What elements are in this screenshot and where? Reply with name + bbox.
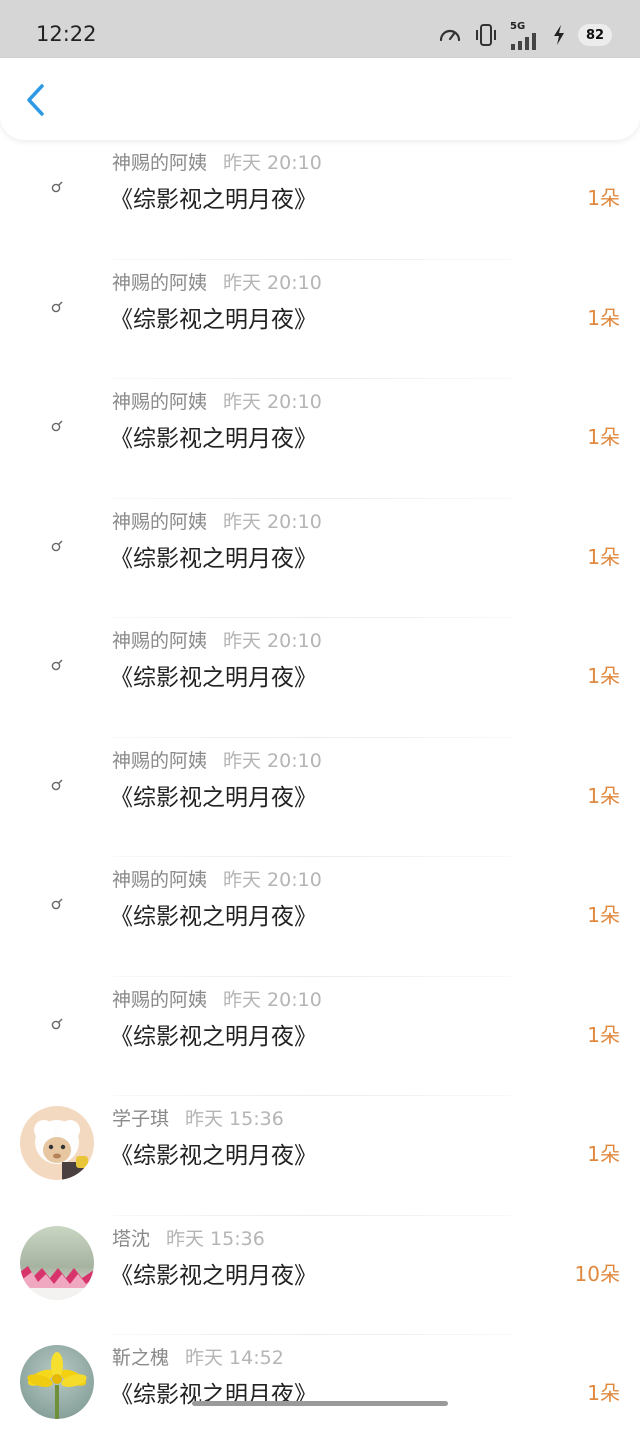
home-indicator[interactable] xyxy=(192,1401,448,1406)
gift-record-row[interactable]: 神赐的阿姨 昨天 20:10 《综影视之明月夜》 1朵 xyxy=(0,499,640,618)
user-name[interactable]: 神赐的阿姨 xyxy=(112,989,207,1011)
broken-image-icon[interactable] xyxy=(20,748,94,822)
row-meta: 神赐的阿姨 昨天 20:10 xyxy=(112,148,322,175)
row-meta: 神赐的阿姨 昨天 20:10 xyxy=(112,387,322,414)
timestamp: 昨天 20:10 xyxy=(223,749,322,772)
user-name[interactable]: 神赐的阿姨 xyxy=(112,630,207,652)
avatar[interactable] xyxy=(20,1106,94,1180)
gift-record-row[interactable]: 神赐的阿姨 昨天 20:10 《综影视之明月夜》 1朵 xyxy=(0,857,640,977)
flower-count: 10朵 xyxy=(574,1261,620,1286)
book-title: 《综影视之明月夜》 xyxy=(110,187,317,213)
gift-record-row[interactable]: 学子琪 昨天 15:36 《综影视之明月夜》 1朵 xyxy=(0,1096,640,1216)
flower-count: 1朵 xyxy=(587,425,620,449)
book-title: 《综影视之明月夜》 xyxy=(110,545,317,572)
book-title: 《综影视之明月夜》 xyxy=(110,1262,317,1289)
row-meta: 神赐的阿姨 昨天 20:10 xyxy=(112,865,322,892)
user-name[interactable]: 神赐的阿姨 xyxy=(112,391,207,413)
timestamp: 昨天 14:52 xyxy=(185,1347,284,1369)
book-title: 《综影视之明月夜》 xyxy=(110,665,317,691)
user-name[interactable]: 神赐的阿姨 xyxy=(112,750,207,772)
user-name[interactable]: 神赐的阿姨 xyxy=(112,272,207,294)
broken-image-icon[interactable] xyxy=(20,987,94,1061)
gift-record-row[interactable]: 神赐的阿姨 昨天 20:10 《综影视之明月夜》 1朵 xyxy=(0,738,640,857)
book-title: 《综影视之明月夜》 xyxy=(110,1023,317,1050)
timestamp: 昨天 20:10 xyxy=(223,510,322,533)
status-time: 12:22 xyxy=(36,22,97,46)
broken-image-icon[interactable] xyxy=(20,628,94,702)
timestamp: 昨天 20:10 xyxy=(223,630,322,652)
chevron-left-icon xyxy=(27,84,44,116)
battery-indicator: 82 xyxy=(578,24,612,46)
user-name[interactable]: 神赐的阿姨 xyxy=(112,511,207,533)
flower-count: 1朵 xyxy=(587,1142,620,1166)
gift-record-row[interactable]: 塔沈 昨天 15:36 《综影视之明月夜》 10朵 xyxy=(0,1216,640,1335)
user-name[interactable]: 靳之槐 xyxy=(112,1347,169,1369)
flower-count: 1朵 xyxy=(587,305,620,330)
timestamp: 昨天 20:10 xyxy=(223,869,322,891)
row-meta: 神赐的阿姨 昨天 20:10 xyxy=(112,985,322,1012)
avatar[interactable] xyxy=(20,1225,94,1300)
user-name[interactable]: 塔沈 xyxy=(112,1228,150,1250)
row-meta: 神赐的阿姨 昨天 20:10 xyxy=(112,746,322,773)
gift-record-row[interactable]: 神赐的阿姨 昨天 20:10 《综影视之明月夜》 1朵 xyxy=(0,140,640,260)
signal-icon: 5G xyxy=(510,21,540,50)
speed-meter-icon xyxy=(438,23,462,47)
flower-count: 1朵 xyxy=(587,544,620,569)
row-meta: 神赐的阿姨 昨天 20:10 xyxy=(112,626,322,653)
gift-record-row[interactable]: 靳之槐 昨天 14:52 《综影视之明月夜》 1朵 xyxy=(0,1335,640,1455)
gift-record-row[interactable]: 神赐的阿姨 昨天 20:10 《综影视之明月夜》 1朵 xyxy=(0,618,640,738)
back-button[interactable] xyxy=(16,80,56,120)
row-meta: 塔沈 昨天 15:36 xyxy=(112,1224,265,1251)
user-name[interactable]: 学子琪 xyxy=(112,1108,169,1130)
gift-record-list: 神赐的阿姨 昨天 20:10 《综影视之明月夜》 1朵 神赐的阿姨 昨天 20:10 《综影… xyxy=(0,140,640,1455)
timestamp: 昨天 20:10 xyxy=(223,152,322,174)
gift-record-row[interactable]: 神赐的阿姨 昨天 20:10 《综影视之明月夜》 1朵 xyxy=(0,977,640,1096)
timestamp: 昨天 15:36 xyxy=(166,1227,265,1250)
flower-count: 1朵 xyxy=(587,186,620,210)
timestamp: 昨天 15:36 xyxy=(185,1108,284,1130)
broken-image-icon[interactable] xyxy=(20,509,94,583)
row-meta: 学子琪 昨天 15:36 xyxy=(112,1104,284,1131)
charging-icon xyxy=(552,24,566,46)
book-title: 《综影视之明月夜》 xyxy=(110,904,317,930)
row-meta: 神赐的阿姨 昨天 20:10 xyxy=(112,268,322,295)
gift-record-row[interactable]: 神赐的阿姨 昨天 20:10 《综影视之明月夜》 1朵 xyxy=(0,260,640,379)
row-meta: 神赐的阿姨 昨天 20:10 xyxy=(112,507,322,534)
book-title: 《综影视之明月夜》 xyxy=(110,306,317,333)
user-name[interactable]: 神赐的阿姨 xyxy=(112,152,207,174)
book-title: 《综影视之明月夜》 xyxy=(110,784,317,811)
book-title: 《综影视之明月夜》 xyxy=(110,426,317,452)
flower-count: 1朵 xyxy=(587,903,620,927)
timestamp: 昨天 20:10 xyxy=(223,988,322,1011)
flower-count: 1朵 xyxy=(587,664,620,688)
sheep-cartoon-avatar xyxy=(20,1106,94,1180)
vibrate-icon xyxy=(474,22,498,48)
paper-cranes-avatar xyxy=(20,1225,94,1300)
book-title: 《综影视之明月夜》 xyxy=(110,1143,317,1169)
network-type: 5G xyxy=(510,20,526,32)
gift-record-row[interactable]: 神赐的阿姨 昨天 20:10 《综影视之明月夜》 1朵 xyxy=(0,379,640,499)
timestamp: 昨天 20:10 xyxy=(223,391,322,413)
top-bar xyxy=(0,58,640,140)
user-name[interactable]: 神赐的阿姨 xyxy=(112,869,207,891)
timestamp: 昨天 20:10 xyxy=(223,271,322,294)
broken-image-icon[interactable] xyxy=(20,150,94,224)
broken-image-icon[interactable] xyxy=(20,867,94,941)
flower-count: 1朵 xyxy=(587,783,620,808)
row-meta: 靳之槐 昨天 14:52 xyxy=(112,1343,284,1370)
status-icons: 5G 82 xyxy=(438,18,612,52)
flower-count: 1朵 xyxy=(587,1381,620,1405)
broken-image-icon[interactable] xyxy=(20,389,94,463)
flower-count: 1朵 xyxy=(587,1022,620,1047)
broken-image-icon[interactable] xyxy=(20,270,94,344)
